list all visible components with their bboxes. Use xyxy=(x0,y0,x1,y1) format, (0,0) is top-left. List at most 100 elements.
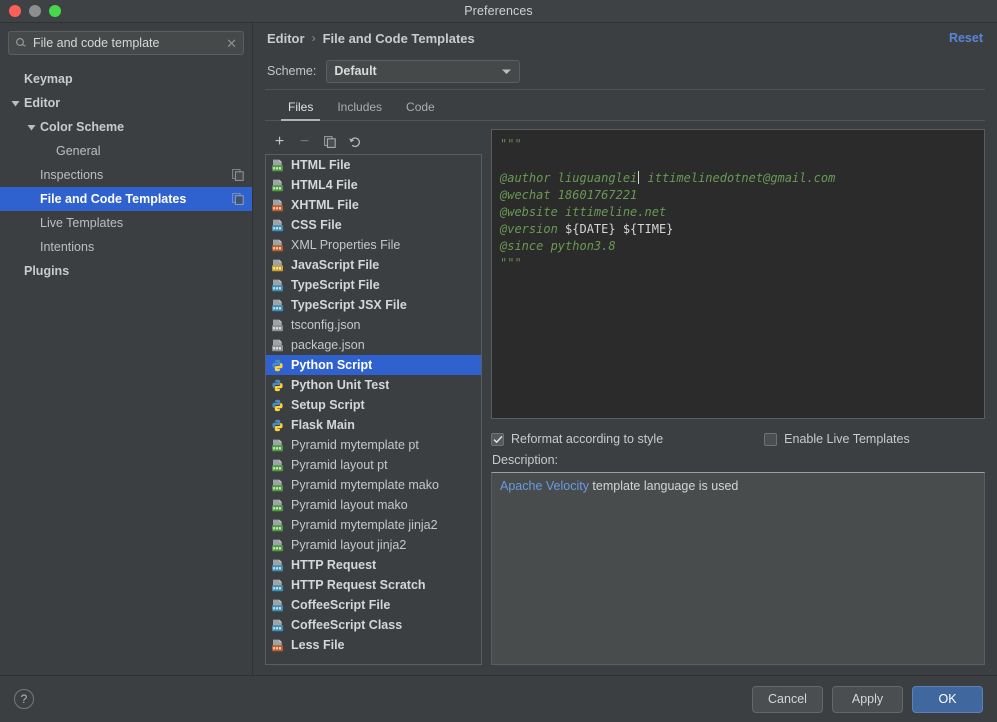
live-templates-checkbox[interactable]: Enable Live Templates xyxy=(764,432,910,446)
scheme-row: Scheme: Default xyxy=(253,53,997,89)
list-item[interactable]: Python Unit Test xyxy=(266,375,481,395)
list-item[interactable]: Pyramid mytemplate mako xyxy=(266,475,481,495)
reset-template-button[interactable] xyxy=(344,132,365,152)
search-container: File and code template ✕ xyxy=(0,31,252,65)
sidebar-item-label: Live Templates xyxy=(40,216,124,230)
reformat-checkbox[interactable]: Reformat according to style xyxy=(491,432,663,446)
sidebar-item-live-templates[interactable]: Live Templates xyxy=(0,211,252,235)
template-name: Setup Script xyxy=(291,398,365,412)
list-item[interactable]: Setup Script xyxy=(266,395,481,415)
copy-template-button[interactable] xyxy=(319,132,340,152)
ok-button[interactable]: OK xyxy=(912,685,983,713)
chevron-down-icon[interactable] xyxy=(10,99,21,108)
list-item[interactable]: Pyramid layout pt xyxy=(266,455,481,475)
tab-code[interactable]: Code xyxy=(397,100,444,120)
sidebar-item-intentions[interactable]: Intentions xyxy=(0,235,252,259)
code-token: @author liuguanglei xyxy=(500,171,638,185)
chevron-down-icon[interactable] xyxy=(26,123,37,132)
breadcrumb: Editor › File and Code Templates xyxy=(267,31,475,46)
list-item[interactable]: CSS File xyxy=(266,215,481,235)
template-name: Python Unit Test xyxy=(291,378,390,392)
sidebar-item-label: File and Code Templates xyxy=(40,192,187,206)
code-token: """ xyxy=(500,256,522,270)
sidebar-item-editor[interactable]: Editor xyxy=(0,91,252,115)
reset-link[interactable]: Reset xyxy=(949,31,983,45)
sidebar-item-inspections[interactable]: Inspections xyxy=(0,163,252,187)
list-item[interactable]: tsconfig.json xyxy=(266,315,481,335)
template-name: CSS File xyxy=(291,218,342,232)
list-item[interactable]: Pyramid mytemplate pt xyxy=(266,435,481,455)
sidebar-item-label: Editor xyxy=(24,96,61,110)
list-item[interactable]: TypeScript JSX File xyxy=(266,295,481,315)
main-panel: Editor › File and Code Templates Reset S… xyxy=(253,23,997,675)
list-item[interactable]: HTTP Request Scratch xyxy=(266,575,481,595)
chevron-down-icon xyxy=(501,64,512,78)
list-item[interactable]: XHTML File xyxy=(266,195,481,215)
sidebar-item-keymap[interactable]: Keymap xyxy=(0,67,252,91)
template-list[interactable]: HTML File HTML4 File XHTML File CSS File XML… xyxy=(265,154,482,665)
sidebar-item-file-and-code-templates[interactable]: File and Code Templates xyxy=(0,187,252,211)
template-code-editor[interactable]: """ @author liuguanglei ittimelinedotnet… xyxy=(491,129,985,419)
breadcrumb-bar: Editor › File and Code Templates Reset xyxy=(253,23,997,53)
sidebar-item-general[interactable]: General xyxy=(0,139,252,163)
list-item[interactable]: HTTP Request xyxy=(266,555,481,575)
list-item[interactable]: Less File xyxy=(266,635,481,655)
template-name: HTTP Request Scratch xyxy=(291,578,426,592)
template-name: HTTP Request xyxy=(291,558,377,572)
template-name: Pyramid layout mako xyxy=(291,498,408,512)
list-item[interactable]: HTML File xyxy=(266,155,481,175)
search-input[interactable]: File and code template ✕ xyxy=(8,31,244,55)
remove-template-button: − xyxy=(299,132,310,150)
templates-content: + − HTML File HTML4 File XHTML File CSS File… xyxy=(253,121,997,675)
apply-button[interactable]: Apply xyxy=(832,685,903,713)
add-template-button[interactable]: + xyxy=(269,132,290,152)
list-item[interactable]: Flask Main xyxy=(266,415,481,435)
scheme-dropdown[interactable]: Default xyxy=(326,59,521,83)
preferences-window: Preferences File and code template ✕ Key… xyxy=(0,0,997,722)
template-name: tsconfig.json xyxy=(291,318,361,332)
list-item[interactable]: JavaScript File xyxy=(266,255,481,275)
templates-left-column: + − HTML File HTML4 File XHTML File CSS File… xyxy=(265,129,482,665)
code-line: """ xyxy=(500,255,976,272)
template-name: TypeScript File xyxy=(291,278,380,292)
file-type-icon xyxy=(271,519,285,532)
tab-files[interactable]: Files xyxy=(279,100,322,121)
cancel-button[interactable]: Cancel xyxy=(752,685,823,713)
sidebar-item-label: Inspections xyxy=(40,168,104,182)
python-file-icon xyxy=(271,399,285,412)
template-name: Pyramid layout jinja2 xyxy=(291,538,407,552)
list-item[interactable]: TypeScript File xyxy=(266,275,481,295)
list-item[interactable]: package.json xyxy=(266,335,481,355)
code-token: @since python3.8 xyxy=(500,239,616,253)
file-type-icon xyxy=(271,279,285,292)
list-item[interactable]: CoffeeScript Class xyxy=(266,615,481,635)
template-name: JavaScript File xyxy=(291,258,380,272)
copy-icon xyxy=(232,169,244,181)
list-item[interactable]: CoffeeScript File xyxy=(266,595,481,615)
sidebar-item-label: General xyxy=(56,144,101,158)
settings-sidebar: File and code template ✕ Keymap Editor Col… xyxy=(0,23,253,675)
help-button[interactable]: ? xyxy=(14,689,34,709)
list-item[interactable]: Python Script xyxy=(266,355,481,375)
templates-right-column: """ @author liuguanglei ittimelinedotnet… xyxy=(491,129,985,665)
code-token: @wechat 18601767221 xyxy=(500,188,638,202)
list-item[interactable]: HTML4 File xyxy=(266,175,481,195)
sidebar-item-color-scheme[interactable]: Color Scheme xyxy=(0,115,252,139)
apache-velocity-link[interactable]: Apache Velocity xyxy=(500,479,589,493)
code-line: @author liuguanglei ittimelinedotnet@gma… xyxy=(500,170,976,187)
tab-includes[interactable]: Includes xyxy=(328,100,391,120)
breadcrumb-root[interactable]: Editor xyxy=(267,31,305,46)
list-item[interactable]: XML Properties File xyxy=(266,235,481,255)
description-label: Description: xyxy=(492,453,558,467)
list-item[interactable]: Pyramid layout jinja2 xyxy=(266,535,481,555)
sidebar-item-plugins[interactable]: Plugins xyxy=(0,259,252,283)
template-name: Pyramid layout pt xyxy=(291,458,388,472)
clear-icon[interactable]: ✕ xyxy=(226,37,237,50)
list-item[interactable]: Pyramid layout mako xyxy=(266,495,481,515)
sidebar-item-label: Plugins xyxy=(24,264,70,278)
list-item[interactable]: Pyramid mytemplate jinja2 xyxy=(266,515,481,535)
file-type-icon xyxy=(271,199,285,212)
copy-icon xyxy=(232,193,244,205)
description-box[interactable]: Apache Velocity template language is use… xyxy=(491,472,985,665)
